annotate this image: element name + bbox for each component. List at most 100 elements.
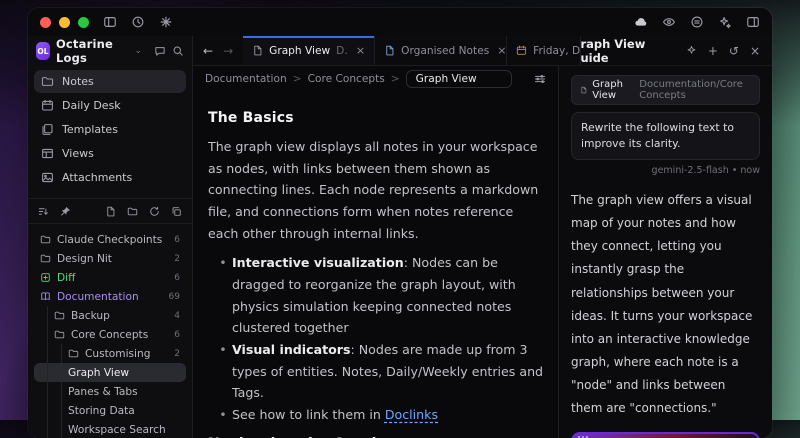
search-icon[interactable] <box>172 45 184 57</box>
tree-item-design-nit[interactable]: Design Nit2 <box>34 249 186 268</box>
close-window-button[interactable] <box>40 17 51 28</box>
template-icon <box>41 123 54 136</box>
eye-icon[interactable] <box>662 15 676 29</box>
close-panel-button[interactable]: × <box>750 44 760 58</box>
folder-icon <box>40 234 51 245</box>
tree-item-graph-view[interactable]: Graph View <box>34 363 186 382</box>
tree-item-storing-data[interactable]: Storing Data <box>34 401 186 420</box>
breadcrumb-core-concepts[interactable]: Core Concepts <box>308 73 385 85</box>
copy-icon[interactable] <box>171 206 182 217</box>
folder-icon <box>54 310 65 321</box>
sidebar: OL Octarine Logs ⌄ Notes Daily De <box>28 36 193 438</box>
tree-item-panes-tabs[interactable]: Panes & Tabs <box>34 382 186 401</box>
context-chip[interactable]: Graph View Documentation/Core Concepts <box>571 75 760 105</box>
tab-graph-view[interactable]: Graph View Documentation × <box>243 36 375 65</box>
tab-organised-notes[interactable]: Organised Notes × <box>375 36 507 65</box>
sidebar-item-templates[interactable]: Templates <box>34 118 186 141</box>
cloud-sync-icon[interactable] <box>634 15 648 29</box>
tree-item-diff[interactable]: Diff6 <box>34 268 186 287</box>
tree-item-customising[interactable]: Customising2 <box>34 344 186 363</box>
sidebar-item-views[interactable]: Views <box>34 142 186 165</box>
back-button[interactable]: ← <box>203 44 213 58</box>
assistant-panel: Graph View Guide + ↺ × Graph View Docume… <box>558 36 772 438</box>
note-count: 4 <box>174 311 180 321</box>
panel-right-toggle-icon[interactable] <box>746 15 760 29</box>
message-meta: gemini-2.5-flash • now <box>571 165 760 176</box>
zoom-window-button[interactable] <box>78 17 89 28</box>
folder-icon <box>40 253 51 264</box>
tree-item-workspace-search[interactable]: Workspace Search <box>34 420 186 438</box>
note-count: 69 <box>169 292 180 302</box>
sidebar-item-label: Daily Desk <box>62 99 121 112</box>
tab-bar: ← → Graph View Documentation × Organised… <box>193 36 558 66</box>
sidebar-nav: Notes Daily Desk Templates Views Attachm… <box>28 66 192 196</box>
workspace-logo: OL <box>36 42 50 60</box>
file-tree: Claude Checkpoints6 Design Nit2 Diff6 Do… <box>28 224 192 438</box>
workspace-name: Octarine Logs <box>56 37 128 65</box>
calendar-icon <box>516 45 527 56</box>
sidebar-toolbar <box>28 198 192 224</box>
list-item: • Interactive visualization: Nodes can b… <box>214 252 544 339</box>
archive-icon[interactable] <box>690 15 704 29</box>
table-icon <box>41 147 54 160</box>
snowflake-icon[interactable] <box>159 15 173 29</box>
image-icon <box>41 171 54 184</box>
chevron-down-icon: ⌄ <box>134 46 142 56</box>
workspace-switcher[interactable]: OL Octarine Logs ⌄ <box>28 36 192 66</box>
new-chat-button[interactable]: + <box>708 44 718 58</box>
titlebar-right-icons <box>634 15 760 29</box>
new-folder-icon[interactable] <box>127 206 138 217</box>
assistant-header: Graph View Guide + ↺ × <box>559 36 772 66</box>
model-name: gemini-2.5-flash <box>652 165 729 176</box>
tree-item-claude-checkpoints[interactable]: Claude Checkpoints6 <box>34 230 186 249</box>
history-icon[interactable]: ↺ <box>729 44 739 58</box>
tree-item-documentation[interactable]: Documentation69 <box>34 287 186 306</box>
window-controls <box>40 17 89 28</box>
forward-button[interactable]: → <box>223 44 233 58</box>
list-item: • See how to link them in Doclinks <box>214 404 544 426</box>
sync-icon[interactable] <box>149 206 160 217</box>
sparkle-icon[interactable] <box>686 45 697 56</box>
note-count: 2 <box>174 254 180 264</box>
section-heading: The Basics <box>208 110 544 126</box>
breadcrumb: Documentation > Core Concepts > Graph Vi… <box>193 66 558 92</box>
editor-pane: ← → Graph View Documentation × Organised… <box>193 36 558 438</box>
book-icon <box>40 291 51 302</box>
tree-item-backup[interactable]: Backup4 <box>34 306 186 325</box>
minimize-window-button[interactable] <box>59 17 70 28</box>
paragraph: The graph view displays all notes in you… <box>208 136 544 244</box>
sidebar-item-label: Notes <box>62 75 94 88</box>
note-count: 2 <box>174 349 180 359</box>
video-preview[interactable] <box>571 432 760 438</box>
sidebar-item-attachments[interactable]: Attachments <box>34 166 186 189</box>
breadcrumb-documentation[interactable]: Documentation <box>205 73 287 85</box>
assistant-title: Graph View Guide <box>571 37 686 65</box>
tree-item-core-concepts[interactable]: Core Concepts6 <box>34 325 186 344</box>
sparkles-icon[interactable] <box>718 15 732 29</box>
sidebar-item-label: Attachments <box>62 171 132 184</box>
panel-left-toggle-icon[interactable] <box>103 15 117 29</box>
mini-titlebar <box>573 434 758 438</box>
sidebar-item-daily-desk[interactable]: Daily Desk <box>34 94 186 117</box>
assistant-response: The graph view offers a visual map of yo… <box>571 189 760 419</box>
comment-icon[interactable] <box>154 45 166 57</box>
assistant-body: Graph View Documentation/Core Concepts R… <box>559 66 772 438</box>
titlebar <box>28 8 772 36</box>
tab-friday[interactable]: Friday, D <box>507 36 581 65</box>
close-tab-icon[interactable]: × <box>495 44 506 57</box>
folder-icon <box>41 75 54 88</box>
note-count: 6 <box>174 330 180 340</box>
note-options-icon[interactable] <box>534 73 546 85</box>
note-title-input[interactable]: Graph View <box>406 70 512 88</box>
close-tab-icon[interactable]: × <box>354 44 365 57</box>
pin-icon[interactable] <box>60 206 71 217</box>
sort-icon[interactable] <box>38 206 49 217</box>
note-count: 6 <box>174 235 180 245</box>
clock-icon[interactable] <box>131 15 145 29</box>
new-file-icon[interactable] <box>105 206 116 217</box>
file-icon <box>252 45 263 56</box>
app-window: OL Octarine Logs ⌄ Notes Daily De <box>28 8 772 438</box>
user-prompt: Rewrite the following text to improve it… <box>571 112 760 160</box>
sidebar-item-notes[interactable]: Notes <box>34 70 186 93</box>
sidebar-item-label: Templates <box>62 123 118 136</box>
